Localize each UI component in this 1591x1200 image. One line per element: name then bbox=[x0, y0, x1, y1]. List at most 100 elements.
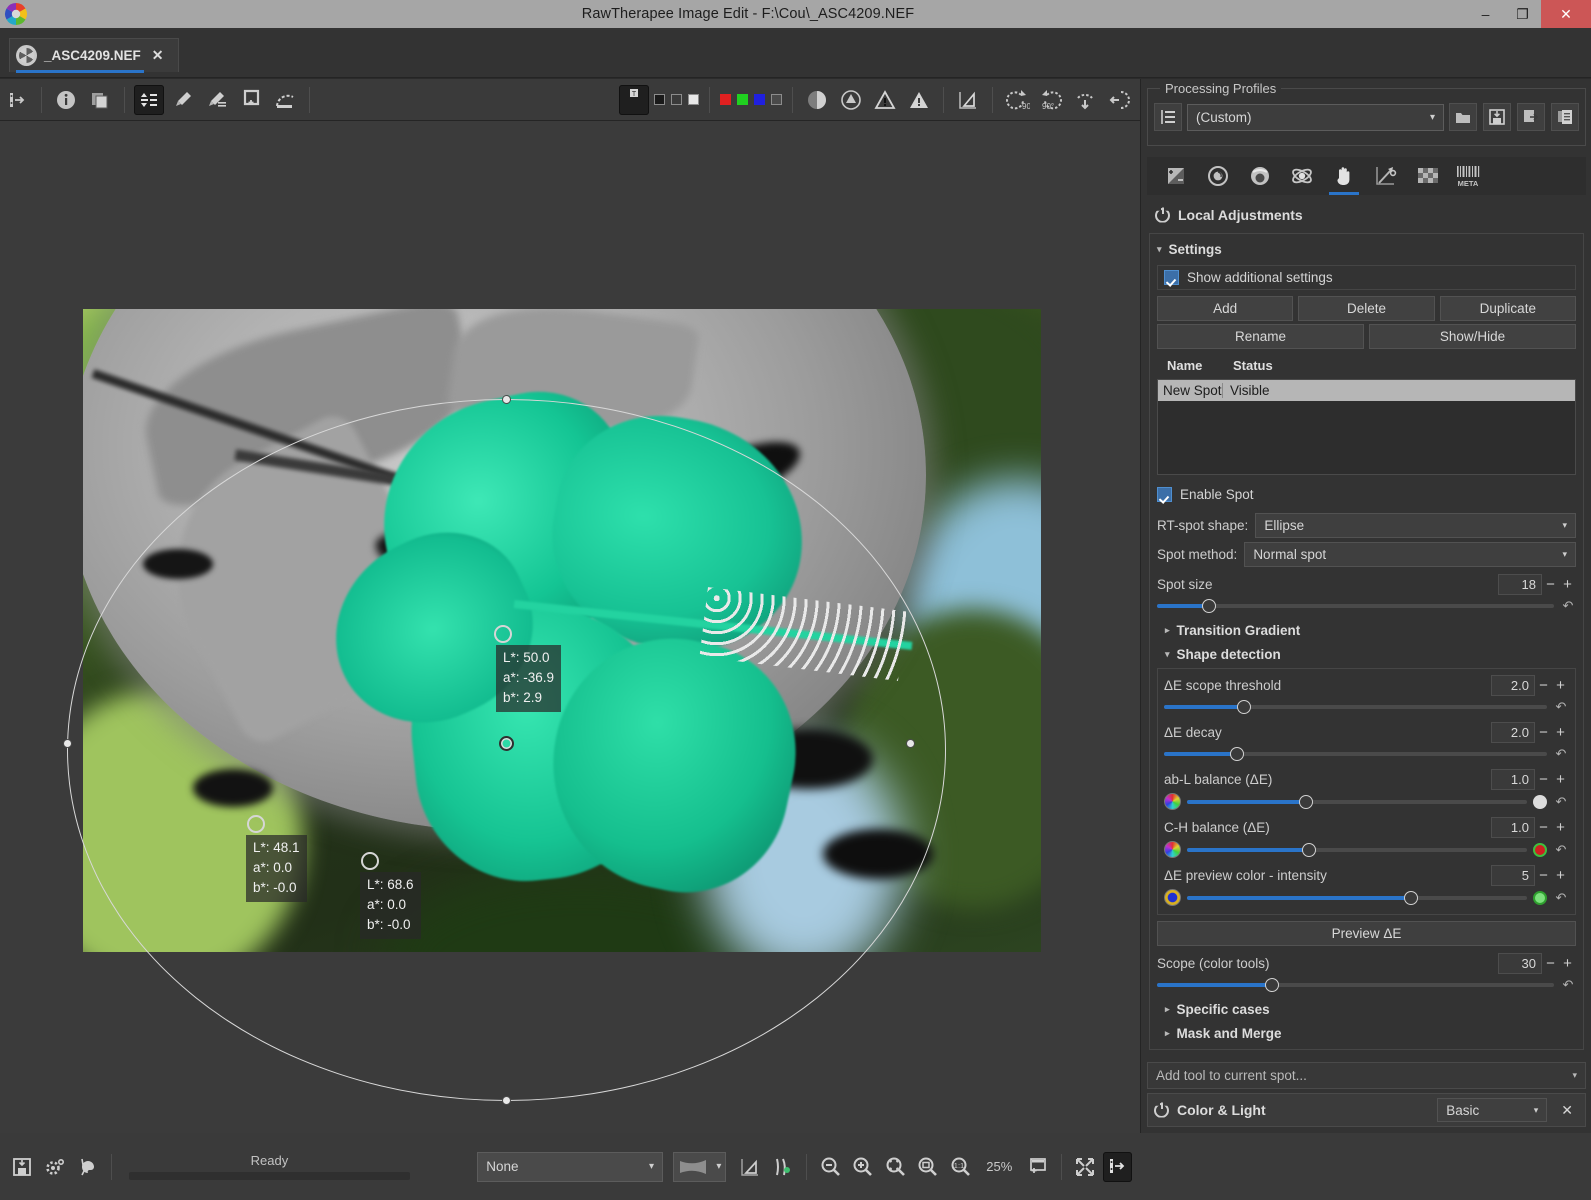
decrement-button[interactable]: − bbox=[1535, 724, 1552, 741]
lab-picker-3[interactable] bbox=[361, 852, 379, 870]
checkbox[interactable] bbox=[1157, 487, 1172, 502]
flip-vertical-icon[interactable] bbox=[1104, 85, 1134, 115]
de-preview-color-intensity-value[interactable]: 5 bbox=[1491, 865, 1535, 886]
reset-icon[interactable]: ↶ bbox=[1553, 842, 1569, 858]
maximize-button[interactable]: ❐ bbox=[1504, 0, 1541, 28]
file-tab[interactable]: _ASC4209.NEF ✕ bbox=[9, 38, 179, 72]
increment-button[interactable]: + bbox=[1552, 771, 1569, 788]
color-wheel-icon[interactable] bbox=[1164, 793, 1181, 810]
tab-color[interactable] bbox=[1239, 159, 1281, 193]
clipped-highlights-icon[interactable] bbox=[904, 85, 934, 115]
show-hide-button[interactable]: Show/Hide bbox=[1369, 324, 1576, 349]
tab-metadata[interactable]: META bbox=[1449, 159, 1491, 193]
increment-button[interactable]: + bbox=[1559, 955, 1576, 972]
shape-detection-header[interactable]: ▾ Shape detection bbox=[1157, 647, 1576, 662]
duplicate-button[interactable]: Duplicate bbox=[1440, 296, 1576, 321]
ab-l-balance-slider[interactable] bbox=[1187, 800, 1527, 804]
indicator-square-black[interactable] bbox=[654, 94, 665, 105]
soft-proofing-icon[interactable] bbox=[736, 1152, 765, 1182]
close-icon[interactable]: ✕ bbox=[1555, 1102, 1579, 1119]
before-after-icon[interactable] bbox=[85, 85, 115, 115]
table-row[interactable]: New Spot Visible bbox=[1158, 380, 1575, 401]
clipped-shadows-icon[interactable] bbox=[870, 85, 900, 115]
transition-gradient-header[interactable]: ▸ Transition Gradient bbox=[1157, 623, 1576, 638]
ab-l-balance-value[interactable]: 1.0 bbox=[1491, 769, 1535, 790]
output-profile-select[interactable]: None ▾ bbox=[477, 1152, 663, 1182]
straighten-icon[interactable] bbox=[270, 85, 300, 115]
color-wheel-icon[interactable] bbox=[1164, 841, 1181, 858]
zoom-100-icon[interactable]: 1:1 bbox=[947, 1152, 976, 1182]
specific-cases-header[interactable]: ▸ Specific cases bbox=[1157, 1002, 1576, 1017]
copy-profile-icon[interactable] bbox=[1517, 103, 1545, 131]
reset-icon[interactable]: ↶ bbox=[1560, 977, 1576, 993]
scope-color-tools-value[interactable]: 30 bbox=[1498, 953, 1542, 974]
increment-button[interactable]: + bbox=[1552, 819, 1569, 836]
increment-button[interactable]: + bbox=[1552, 724, 1569, 741]
indicator-square-white[interactable] bbox=[688, 94, 699, 105]
preview-sharpening-icon[interactable] bbox=[802, 85, 832, 115]
ellipse-handle-bottom[interactable] bbox=[502, 1096, 511, 1105]
local-adjustments-header[interactable]: Local Adjustments bbox=[1155, 207, 1303, 223]
channel-square-red[interactable] bbox=[720, 94, 731, 105]
increment-button[interactable]: + bbox=[1552, 677, 1569, 694]
color-swatch[interactable] bbox=[1533, 843, 1547, 857]
spot-size-slider[interactable] bbox=[1157, 604, 1554, 608]
enable-spot-row[interactable]: Enable Spot bbox=[1157, 483, 1576, 506]
tab-advanced[interactable] bbox=[1281, 159, 1323, 193]
ellipse-handle-top[interactable] bbox=[502, 395, 511, 404]
c-h-balance-value[interactable]: 1.0 bbox=[1491, 817, 1535, 838]
de-decay-slider[interactable] bbox=[1164, 752, 1547, 756]
crop-icon[interactable] bbox=[236, 85, 266, 115]
decrement-button[interactable]: − bbox=[1542, 955, 1559, 972]
color-and-light-tool[interactable]: Color & Light Basic ▾ ✕ bbox=[1147, 1093, 1586, 1127]
close-button[interactable]: ✕ bbox=[1541, 0, 1591, 28]
tab-local-adjustments[interactable] bbox=[1323, 159, 1365, 193]
tab-detail[interactable] bbox=[1197, 159, 1239, 193]
rotate-left-90-icon[interactable]: 90° bbox=[1002, 85, 1032, 115]
flip-horizontal-icon[interactable] bbox=[1070, 85, 1100, 115]
decrement-button[interactable]: − bbox=[1535, 771, 1552, 788]
navigator-icon[interactable] bbox=[134, 85, 164, 115]
preview-delta-e-button[interactable]: Preview ΔE bbox=[1157, 921, 1576, 946]
indicator-square-outline[interactable] bbox=[671, 94, 682, 105]
increment-button[interactable]: + bbox=[1552, 867, 1569, 884]
spot-size-value[interactable]: 18 bbox=[1498, 574, 1542, 595]
c-h-balance-slider[interactable] bbox=[1187, 848, 1527, 852]
settings-header[interactable]: ▾ Settings bbox=[1157, 242, 1576, 257]
spot-list[interactable]: New Spot Visible bbox=[1157, 379, 1576, 475]
photo-preview[interactable] bbox=[83, 309, 1041, 952]
de-preview-color-intensity-slider[interactable] bbox=[1187, 896, 1527, 900]
white-balance-picker-icon[interactable] bbox=[168, 85, 198, 115]
zoom-in-icon[interactable] bbox=[849, 1152, 878, 1182]
channel-square-green[interactable] bbox=[737, 94, 748, 105]
full-screen-icon[interactable] bbox=[1071, 1152, 1100, 1182]
de-scope-threshold-slider[interactable] bbox=[1164, 705, 1547, 709]
image-canvas[interactable]: L*: 50.0 a*: -36.9 b*: 2.9 L*: 48.1 a*: … bbox=[0, 121, 1140, 1133]
spot-method-select[interactable]: Normal spot ▾ bbox=[1244, 542, 1576, 567]
show-additional-settings-row[interactable]: Show additional settings bbox=[1157, 265, 1576, 290]
color-swatch[interactable] bbox=[1533, 891, 1547, 905]
gamut-warning-select[interactable]: ▾ bbox=[673, 1152, 727, 1182]
processing-profile-select[interactable]: (Custom) ▾ bbox=[1187, 104, 1444, 131]
tab-raw[interactable] bbox=[1407, 159, 1449, 193]
add-button[interactable]: Add bbox=[1157, 296, 1293, 321]
scope-color-tools-slider[interactable] bbox=[1157, 983, 1554, 987]
channel-square-luminance[interactable] bbox=[771, 94, 782, 105]
zoom-fit-crop-icon[interactable] bbox=[881, 1152, 910, 1182]
toggle-indicator-icon[interactable]: T bbox=[619, 85, 649, 115]
ellipse-handle-right[interactable] bbox=[906, 739, 915, 748]
spot-wb-picker-icon[interactable] bbox=[202, 85, 232, 115]
tab-transform[interactable] bbox=[1365, 159, 1407, 193]
rename-button[interactable]: Rename bbox=[1157, 324, 1364, 349]
zoom-fit-icon[interactable] bbox=[914, 1152, 943, 1182]
show-hide-left-panel-icon[interactable] bbox=[2, 85, 32, 115]
tab-exposure[interactable] bbox=[1155, 159, 1197, 193]
reset-icon[interactable]: ↶ bbox=[1553, 746, 1569, 762]
reset-icon[interactable]: ↶ bbox=[1553, 890, 1569, 906]
increment-button[interactable]: + bbox=[1559, 576, 1576, 593]
close-icon[interactable]: ✕ bbox=[148, 47, 168, 64]
power-icon[interactable] bbox=[1154, 1103, 1169, 1118]
de-decay-value[interactable]: 2.0 bbox=[1491, 722, 1535, 743]
reset-icon[interactable]: ↶ bbox=[1560, 598, 1576, 614]
decrement-button[interactable]: − bbox=[1535, 819, 1552, 836]
